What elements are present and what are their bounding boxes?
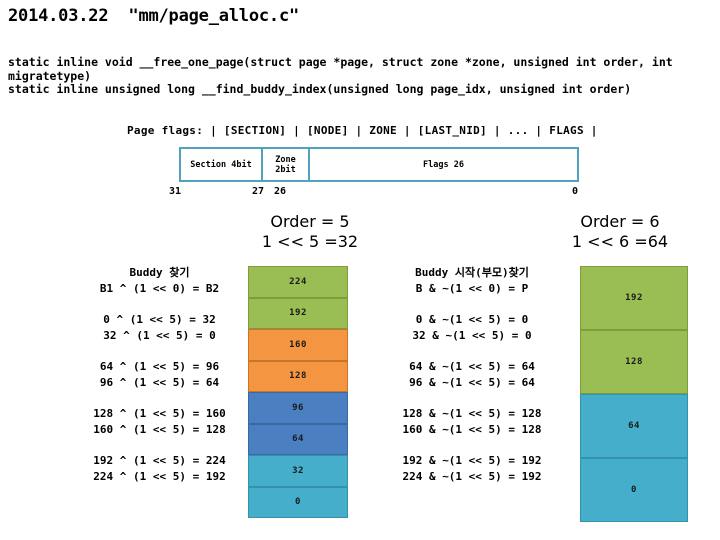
formula-column-right: Buddy 시작(부모)찾기 B & ~(1 << 0) = P 0 & ~(1 <… (372, 265, 572, 485)
memory-block: 64 (580, 394, 688, 458)
bit-label-26: 26 (274, 186, 287, 197)
formula-line: 96 & ~(1 << 5) = 64 (409, 376, 535, 389)
formula-group: 64 ^ (1 << 5) = 96 96 ^ (1 << 5) = 64 (72, 359, 247, 391)
formula-group: 64 & ~(1 << 5) = 64 96 & ~(1 << 5) = 64 (372, 359, 572, 391)
formula-line: 32 ^ (1 << 5) = 0 (103, 329, 216, 342)
formula-group: 192 & ~(1 << 5) = 192 224 & ~(1 << 5) = 1… (372, 453, 572, 485)
formula-subtitle: B & ~(1 << 0) = P (415, 282, 529, 295)
bit-label-0: 0 (572, 186, 579, 197)
formula-line: 128 & ~(1 << 5) = 128 (402, 407, 542, 420)
memory-block: 128 (580, 330, 688, 394)
formula-line: 64 ^ (1 << 5) = 96 (99, 360, 220, 373)
formula-line: 0 & ~(1 << 5) = 0 (415, 313, 529, 326)
formula-line: 0 ^ (1 << 5) = 32 (103, 313, 216, 326)
formula-line: 224 ^ (1 << 5) = 192 (93, 470, 226, 483)
formula-title: Buddy 찾기 (129, 266, 190, 279)
memory-block-stack-left: 224 192 160 128 96 64 32 0 (248, 266, 348, 518)
order-heading-left: Order = 5 1 << 5 =32 (261, 212, 359, 251)
bitfield-cell-zone: Zone 2bit (263, 147, 310, 182)
page-flags-bitfield-diagram: Section 4bit Zone 2bit Flags 26 (179, 147, 579, 182)
bit-label-27: 27 (252, 186, 265, 197)
code-signature-block: static inline void __free_one_page(struc… (8, 55, 673, 96)
page-title: 2014.03.22 "mm/page_alloc.c" (8, 6, 300, 26)
memory-block: 128 (248, 360, 348, 392)
formula-line: 96 ^ (1 << 5) = 64 (99, 376, 220, 389)
formula-group: 0 ^ (1 << 5) = 32 32 ^ (1 << 5) = 0 (72, 312, 247, 344)
memory-block: 96 (248, 392, 348, 424)
formula-line: 32 & ~(1 << 5) = 0 (412, 329, 532, 342)
formula-group: 0 & ~(1 << 5) = 0 32 & ~(1 << 5) = 0 (372, 312, 572, 344)
page-flags-legend: Page flags: | [SECTION] | [NODE] | ZONE … (127, 124, 598, 137)
formula-subtitle: B1 ^ (1 << 0) = B2 (99, 282, 220, 295)
formula-group: 192 ^ (1 << 5) = 224 224 ^ (1 << 5) = 192 (72, 453, 247, 485)
memory-block: 192 (248, 297, 348, 329)
slide-canvas: 2014.03.22 "mm/page_alloc.c" static inli… (0, 0, 720, 540)
bitfield-cell-flags: Flags 26 (310, 147, 579, 182)
formula-line: 128 ^ (1 << 5) = 160 (93, 407, 226, 420)
memory-block: 0 (580, 458, 688, 522)
memory-block: 192 (580, 266, 688, 330)
formula-group: 128 ^ (1 << 5) = 160 160 ^ (1 << 5) = 128 (72, 406, 247, 438)
order-heading-right: Order = 6 1 << 6 =64 (571, 212, 669, 251)
formula-line: 224 & ~(1 << 5) = 192 (402, 470, 542, 483)
formula-line: 192 & ~(1 << 5) = 192 (402, 454, 542, 467)
formula-title: Buddy 시작(부모)찾기 (415, 266, 529, 279)
memory-block: 0 (248, 486, 348, 518)
memory-block: 32 (248, 455, 348, 487)
formula-line: 64 & ~(1 << 5) = 64 (409, 360, 535, 373)
memory-block-stack-right: 192 128 64 0 (580, 266, 688, 522)
memory-block: 64 (248, 423, 348, 455)
formula-line: 192 ^ (1 << 5) = 224 (93, 454, 226, 467)
formula-line: 160 & ~(1 << 5) = 128 (402, 423, 542, 436)
memory-block: 224 (248, 266, 348, 298)
bit-label-31: 31 (169, 186, 182, 197)
memory-block: 160 (248, 329, 348, 361)
formula-line: 160 ^ (1 << 5) = 128 (93, 423, 226, 436)
bitfield-cell-section: Section 4bit (179, 147, 263, 182)
formula-column-left: Buddy 찾기 B1 ^ (1 << 0) = B2 0 ^ (1 << 5) =… (72, 265, 247, 485)
formula-group: 128 & ~(1 << 5) = 128 160 & ~(1 << 5) = 1… (372, 406, 572, 438)
